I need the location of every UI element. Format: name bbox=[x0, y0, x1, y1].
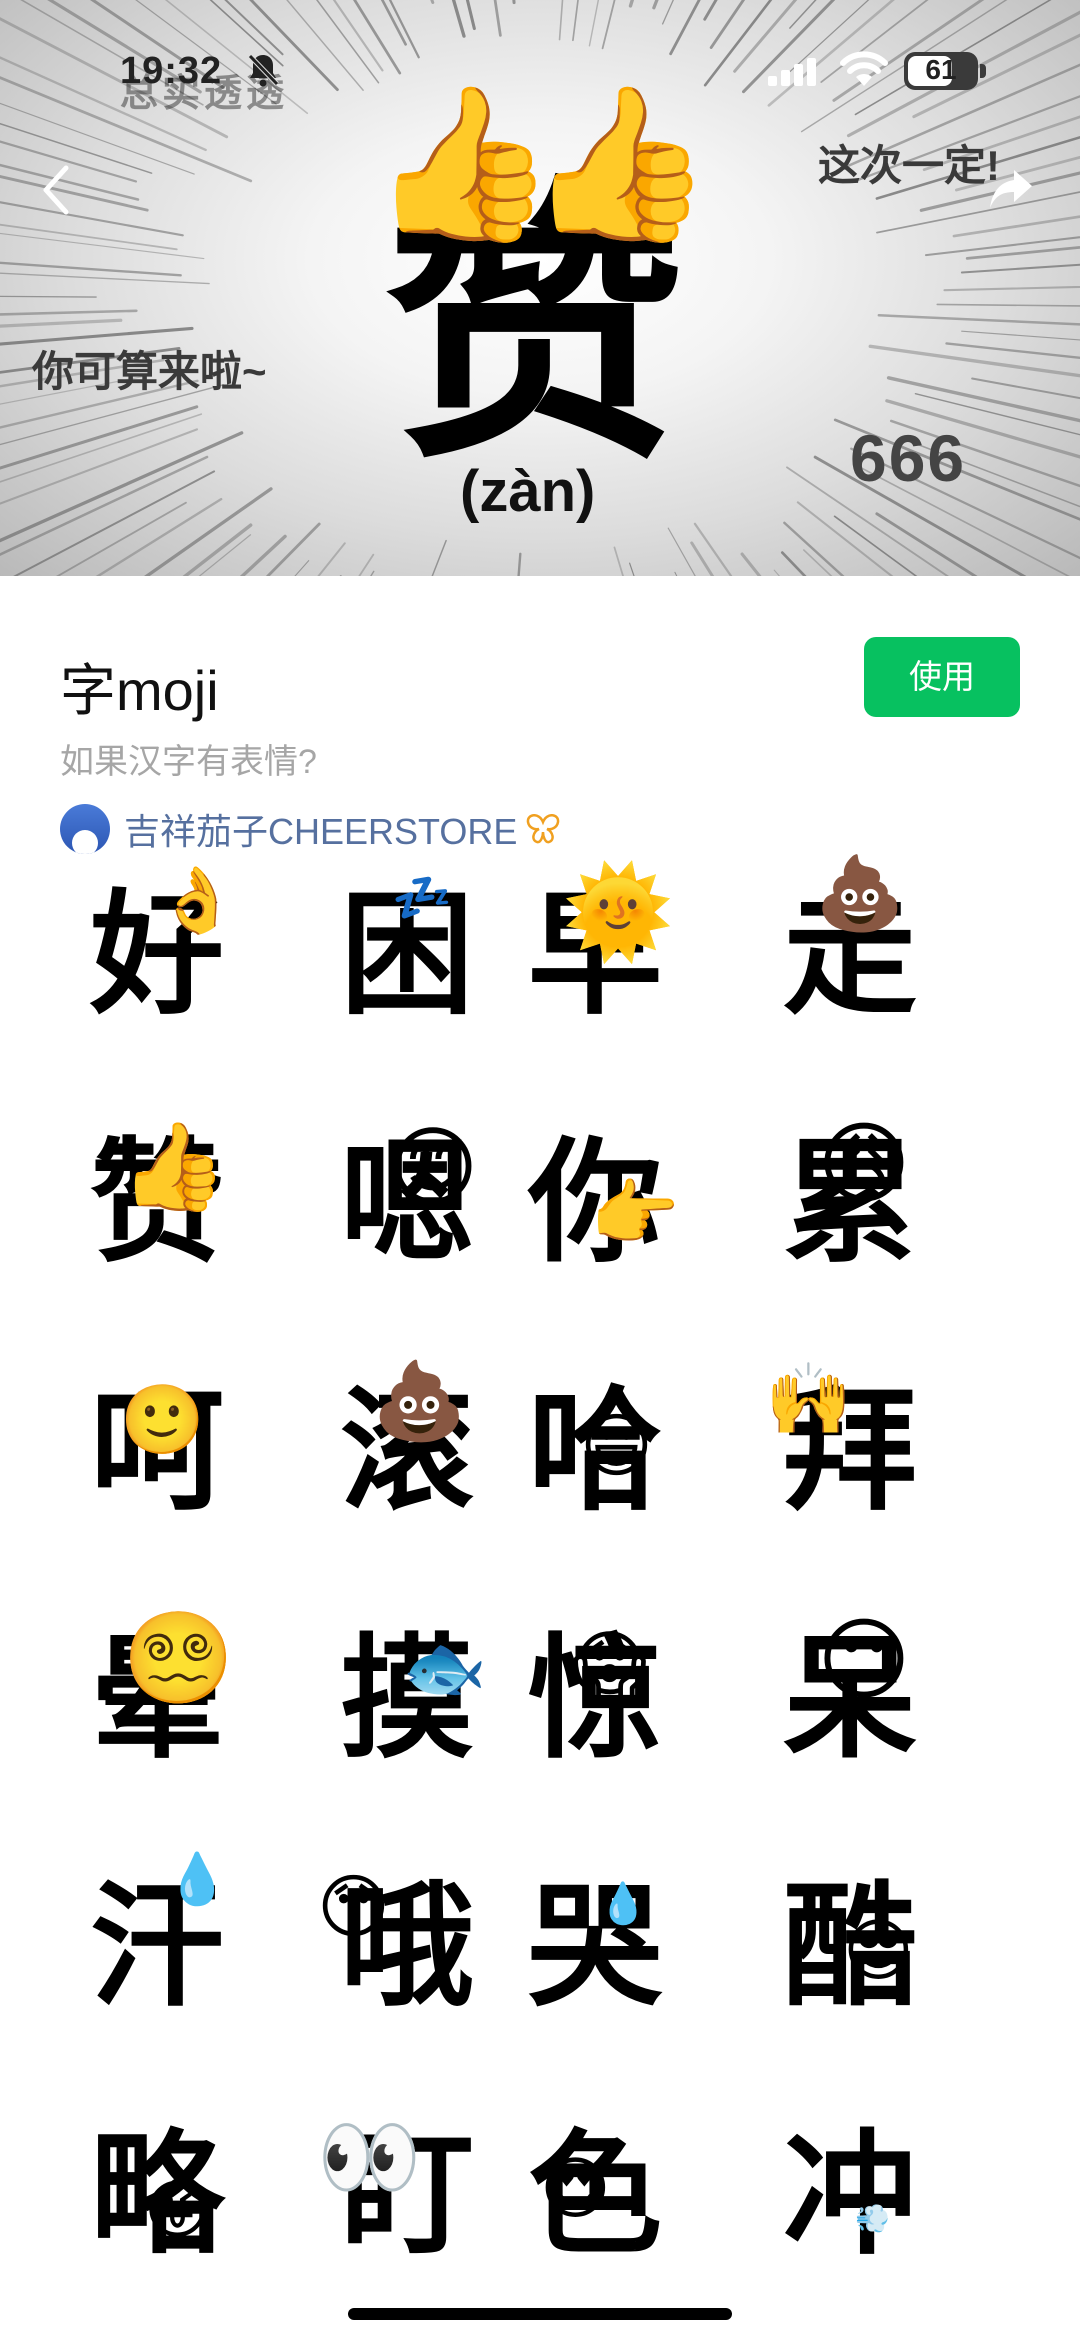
sticker-emoji: 🙌 bbox=[765, 1360, 853, 1438]
pack-banner: 总实透透 19:32 61 这次一定! 你可算来啦~ 666 赞 👍👍 (zàn… bbox=[0, 0, 1080, 576]
sticker-emoji: 💩 bbox=[815, 854, 905, 934]
sticker-item[interactable]: 赞 👍 bbox=[82, 1124, 232, 1278]
sticker-item[interactable]: 哭 💧 bbox=[520, 1872, 670, 2022]
sticker-emoji: 😃 bbox=[580, 1407, 653, 1485]
sticker-item[interactable]: 酷 😎 bbox=[775, 1872, 925, 2022]
sticker-item[interactable]: 色 😍 bbox=[520, 2120, 670, 2270]
sticker-emoji: 💧 bbox=[598, 1882, 648, 1926]
sticker-item[interactable]: 早 🌞 bbox=[520, 868, 674, 1030]
sticker-emoji: 😜 bbox=[144, 2174, 211, 2246]
sticker-emoji: 😐 bbox=[817, 1611, 911, 1711]
pack-subtitle: 如果汉字有表情? bbox=[60, 743, 317, 781]
banner-caption-left: 你可算来啦~ bbox=[32, 348, 267, 395]
sticker-emoji: 💧 bbox=[166, 1851, 229, 1907]
sticker-item[interactable]: 困 💤 bbox=[332, 875, 482, 1031]
sticker-emoji: 😍 bbox=[540, 2151, 611, 2227]
home-indicator bbox=[348, 2308, 732, 2320]
pack-title: 字moji bbox=[60, 659, 219, 722]
sticker-item[interactable]: 走 💩 bbox=[775, 858, 925, 1030]
sticker-emoji: 🐟 bbox=[402, 1630, 487, 1706]
sticker-item[interactable]: 好 👌 bbox=[82, 868, 237, 1030]
author-link[interactable]: 吉祥茄子CHEERSTORE bbox=[60, 801, 561, 857]
banner-caption-right: 这次一定! bbox=[818, 142, 1000, 189]
sticker-character: 冲 bbox=[782, 2117, 917, 2273]
status-time: 19:32 bbox=[120, 50, 223, 92]
sticker-item[interactable]: 汗 💧 bbox=[82, 1854, 232, 2022]
back-chevron-icon[interactable] bbox=[36, 160, 76, 220]
sticker-item[interactable]: 你 👉 bbox=[520, 1128, 680, 1278]
sticker-item[interactable]: 累 😩 bbox=[775, 1120, 925, 1278]
butterfly-badge-icon bbox=[527, 814, 560, 844]
sticker-item[interactable]: 拜 🙌 bbox=[765, 1364, 925, 1526]
sticker-emoji: 😱 bbox=[572, 1625, 648, 1705]
sticker-item[interactable]: 晕 😵‍💫 bbox=[82, 1614, 234, 1774]
sticker-emoji: 👌 bbox=[157, 864, 237, 936]
sticker-emoji: 😩 bbox=[817, 1115, 911, 1215]
sticker-item[interactable]: 嗯 😊 bbox=[332, 1124, 482, 1279]
sticker-emoji: 😎 bbox=[843, 1913, 914, 1989]
sticker-item[interactable]: 冲 💨 bbox=[775, 2120, 925, 2270]
sticker-emoji: 🌞 bbox=[562, 863, 675, 963]
cellular-signal-icon bbox=[768, 58, 816, 86]
sticker-emoji: 🙂 bbox=[120, 1382, 205, 1458]
sticker-emoji: 💩 bbox=[372, 1359, 467, 1444]
battery-indicator: 61 bbox=[904, 52, 986, 90]
sticker-item[interactable]: 哦 😯 bbox=[317, 1872, 482, 2022]
sticker-item[interactable]: 呵 🙂 bbox=[82, 1376, 232, 1526]
sticker-item[interactable]: 盯 👀 bbox=[317, 2115, 482, 2270]
banner-caption-number: 666 bbox=[850, 421, 967, 495]
sticker-item[interactable]: 哈 😃 bbox=[520, 1376, 670, 1526]
sticker-item[interactable]: 略 😜 bbox=[82, 2120, 232, 2270]
sticker-emoji: 😊 bbox=[387, 1118, 479, 1217]
battery-level: 61 bbox=[925, 54, 957, 85]
thumbs-up-emoji: 👍👍 bbox=[370, 79, 714, 247]
sticker-emoji: 💤 bbox=[392, 872, 452, 925]
wifi-icon bbox=[840, 51, 888, 86]
sticker-emoji: 💨 bbox=[855, 2203, 890, 2234]
sticker-item[interactable]: 摸 🐟 bbox=[332, 1624, 487, 1774]
sticker-emoji: 👀 bbox=[317, 2110, 422, 2204]
sticker-item[interactable]: 滚 💩 bbox=[332, 1364, 482, 1527]
sticker-emoji: 😵‍💫 bbox=[122, 1609, 235, 1709]
sticker-emoji: 👉 bbox=[590, 1174, 680, 1254]
sticker-emoji: 👍 bbox=[120, 1119, 228, 1215]
sticker-item[interactable]: 呆 😐 bbox=[775, 1616, 925, 1774]
use-button[interactable]: 使用 bbox=[864, 637, 1020, 717]
sticker-emoji: 😯 bbox=[317, 1868, 390, 1946]
silent-bell-icon bbox=[248, 54, 279, 87]
author-name: 吉祥茄子CHEERSTORE bbox=[124, 811, 518, 852]
sticker-item[interactable]: 惊 😱 bbox=[520, 1624, 670, 1774]
banner-pinyin: (zàn) bbox=[460, 459, 596, 524]
author-avatar bbox=[60, 804, 110, 854]
